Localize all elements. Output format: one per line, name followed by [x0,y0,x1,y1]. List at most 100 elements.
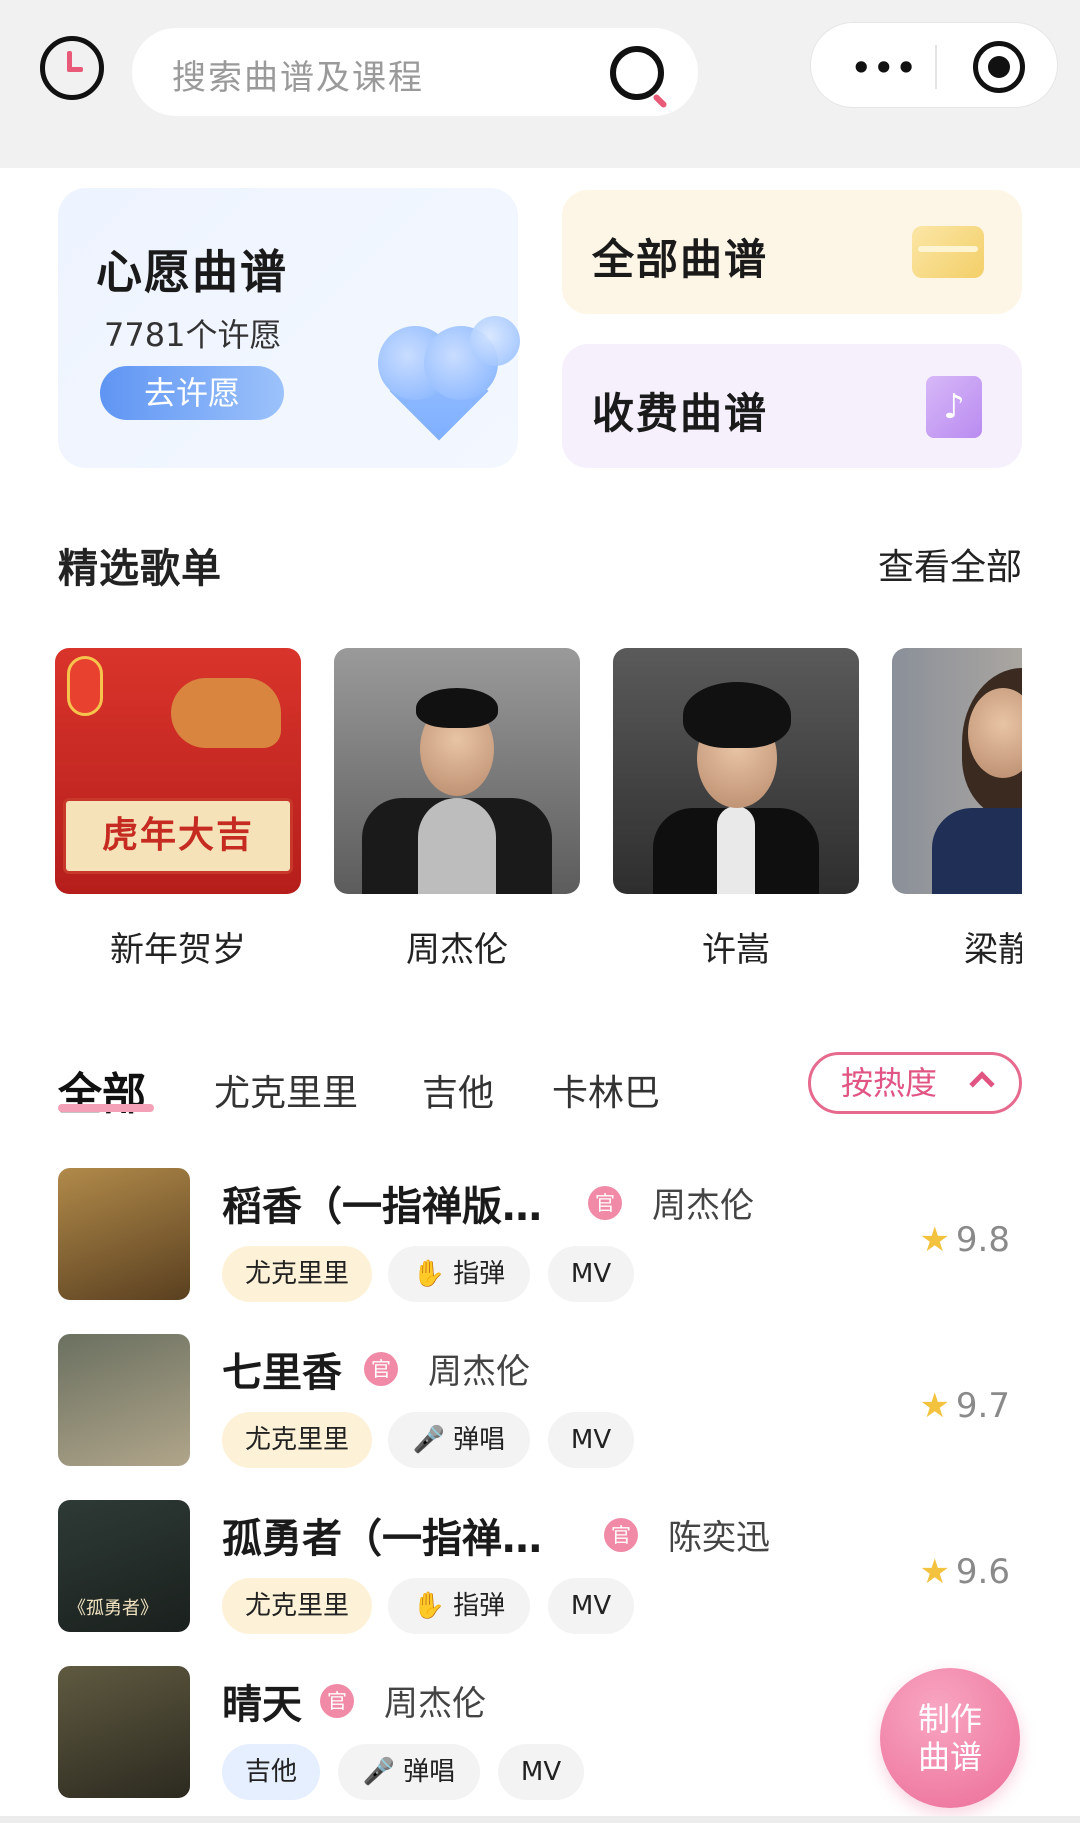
playlist-cover [334,648,580,894]
star-icon: ★ [919,1386,950,1426]
more-icon[interactable]: ••• [851,49,918,87]
playlist-card-new-year[interactable]: 虎年大吉 新年贺岁 [55,648,301,971]
view-all-link[interactable]: 查看全部 [878,538,1022,590]
sort-label: 按热度 [841,1064,938,1102]
style-label: 弹唱 [453,1425,506,1455]
playlist-name: 梁静茹 [964,930,1022,970]
playlist-name: 许嵩 [702,930,770,970]
tab-kalimba[interactable]: 卡林巴 [552,1064,660,1116]
paid-scores-card[interactable]: 收费曲谱 ♪ [562,344,1022,468]
lantern-graphic [67,656,103,716]
wish-count: 7781个许愿 [104,316,282,354]
playlist-cover: 虎年大吉 [55,648,301,894]
star-icon: ★ [919,1220,950,1260]
tab-ukulele[interactable]: 尤克里里 [214,1064,358,1116]
rating-value: 9.8 [955,1220,1010,1260]
bottom-edge [0,1816,1080,1823]
song-artist: 陈奕迅 [668,1518,770,1558]
style-tag: 🎤 弹唱 [388,1412,530,1468]
fab-label-line1: 制作 [917,1700,982,1738]
hoodie-graphic [418,798,496,894]
capsule-divider [935,45,937,89]
playlist-card-liang[interactable]: 梁静茹 [892,648,1022,971]
official-badge-icon: 官 [588,1186,622,1220]
playlist-name: 周杰伦 [406,930,508,970]
instrument-tag: 尤克里里 [222,1246,372,1302]
featured-playlists-title: 精选歌单 [58,546,222,592]
mini-program-capsule: ••• [810,22,1058,108]
sort-by-popularity-button[interactable]: 按热度 [808,1052,1022,1114]
playlist-card-jay[interactable]: 周杰伦 [334,648,580,971]
heart-part [470,316,520,366]
portrait-hair [416,688,498,728]
all-scores-label: 全部曲谱 [592,235,769,284]
instrument-tag: 尤克里里 [222,1412,372,1468]
paid-scores-label: 收费曲谱 [592,389,769,438]
style-tag: 🎤 弹唱 [338,1744,480,1800]
chevron-up-icon [969,1071,995,1097]
instrument-tag: 尤克里里 [222,1578,372,1634]
official-badge-icon: 官 [604,1518,638,1552]
make-wish-button[interactable]: 去许愿 [100,366,284,420]
rating-value: 9.6 [955,1552,1010,1592]
song-cover [58,1334,190,1466]
tab-all[interactable]: 全部 [58,1058,146,1122]
glove-graphic [171,678,281,748]
song-cover [58,1666,190,1798]
playlist-cover [613,648,859,894]
playlist-card-xusong[interactable]: 许嵩 [613,648,859,971]
rating: ★ 9.8 [919,1220,1010,1260]
style-tag: ✋ 指弹 [388,1246,530,1302]
song-artist: 周杰伦 [384,1684,486,1724]
style-label: 指弹 [453,1259,506,1289]
heart-icon [378,316,520,446]
active-tab-indicator [58,1104,154,1112]
fab-label-line2: 曲谱 [917,1738,982,1776]
portrait-hair [683,682,791,748]
mv-tag: MV [498,1744,584,1800]
mv-tag: MV [548,1246,634,1302]
music-note-icon: ♪ [926,376,982,438]
hand-icon: ✋ [412,1591,446,1621]
song-title: 稻香（一指禅版… [222,1184,542,1230]
cover-banner: 虎年大吉 [63,798,293,874]
song-title: 晴天 [222,1682,302,1728]
hand-icon: ✋ [412,1259,446,1289]
all-scores-card[interactable]: 全部曲谱 [562,190,1022,314]
star-icon: ★ [919,1552,950,1592]
history-clock-icon[interactable] [40,36,104,100]
cover-title: 《孤勇者》 [68,1598,158,1619]
search-placeholder[interactable]: 搜索曲谱及课程 [172,50,424,99]
song-row[interactable]: 《孤勇者》 孤勇者（一指禅… 官 陈奕迅 尤克里里 ✋ 指弹 MV ★ 9.6 [58,1500,1022,1634]
top-bar: 搜索曲谱及课程 ••• [0,0,1080,168]
rating-value: 9.7 [955,1386,1010,1426]
mv-tag: MV [548,1412,634,1468]
microphone-icon: 🎤 [412,1425,446,1455]
tab-guitar[interactable]: 吉他 [422,1064,494,1116]
song-artist: 周杰伦 [652,1186,754,1226]
search-bar[interactable]: 搜索曲谱及课程 [132,28,698,116]
folder-icon [912,226,984,278]
shirt-graphic [717,806,755,894]
instrument-tag: 吉他 [222,1744,320,1800]
mv-tag: MV [548,1578,634,1634]
song-title: 七里香 [222,1350,342,1396]
search-icon[interactable] [610,46,664,100]
song-row[interactable]: 稻香（一指禅版… 官 周杰伦 尤克里里 ✋ 指弹 MV ★ 9.8 [58,1168,1022,1302]
playlist-cover [892,648,1022,894]
official-badge-icon: 官 [364,1352,398,1386]
style-label: 指弹 [453,1591,506,1621]
wish-card-title: 心愿曲谱 [96,245,288,299]
close-target-icon[interactable] [973,41,1025,93]
create-score-button[interactable]: 制作 曲谱 [880,1668,1020,1808]
rating: ★ 9.7 [919,1386,1010,1426]
song-row[interactable]: 七里香 官 周杰伦 尤克里里 🎤 弹唱 MV ★ 9.7 [58,1334,1022,1468]
song-row[interactable]: 晴天 官 周杰伦 吉他 🎤 弹唱 MV [58,1666,1022,1800]
song-title: 孤勇者（一指禅… [222,1516,542,1562]
song-cover [58,1168,190,1300]
playlist-name: 新年贺岁 [110,930,246,970]
rating: ★ 9.6 [919,1552,1010,1592]
jacket-graphic [932,808,1022,894]
wish-card[interactable]: 心愿曲谱 7781个许愿 去许愿 [58,188,520,468]
song-cover: 《孤勇者》 [58,1500,190,1632]
